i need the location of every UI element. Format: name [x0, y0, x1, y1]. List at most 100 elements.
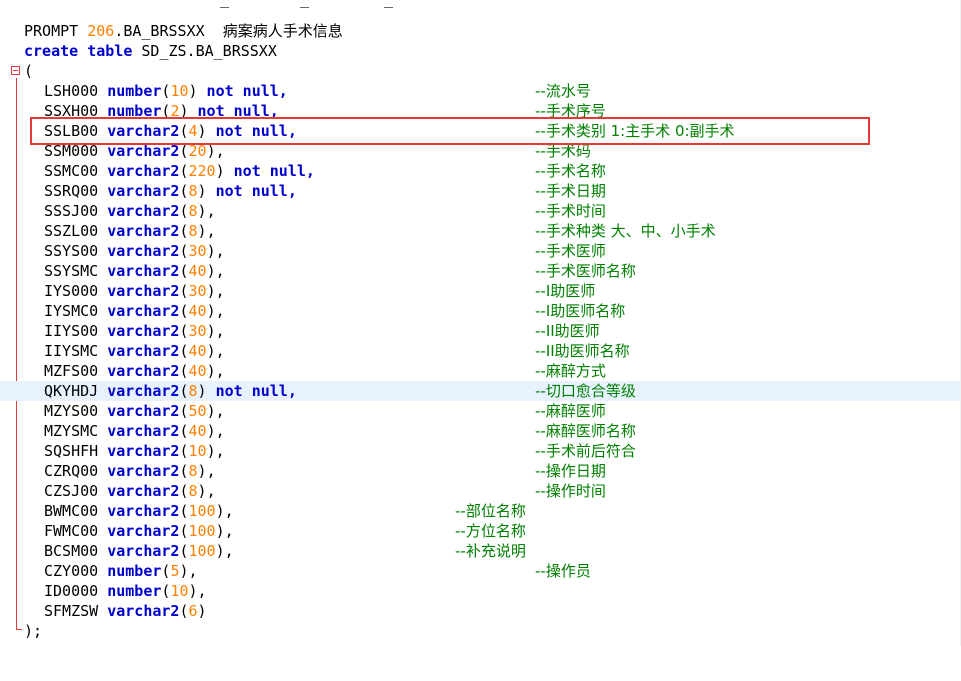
paren: (	[179, 162, 189, 180]
table-name: SD_ZS.BA_BRSSXX	[132, 42, 277, 60]
paren: )	[206, 322, 216, 340]
code-line-column[interactable]: SQSHFH varchar2(10), --手术前后符合	[0, 441, 961, 461]
code-line-column[interactable]: BCSM00 varchar2(100), --补充说明	[0, 541, 961, 561]
code-line-column[interactable]: SFMZSW varchar2(6)	[0, 601, 961, 621]
code-line-column[interactable]: IYS000 varchar2(30), --I助医师	[0, 281, 961, 301]
code-line-column[interactable]: MZYS00 varchar2(50), --麻醉医师	[0, 401, 961, 421]
column-comment: --切口愈合等级	[535, 382, 636, 400]
column-constraint: ,	[215, 342, 225, 360]
column-name: IYS000	[44, 282, 99, 300]
column-constraint: not null,	[197, 82, 288, 100]
column-constraint: ,	[206, 222, 216, 240]
column-comment: --I助医师名称	[535, 302, 626, 320]
paren: (	[179, 242, 189, 260]
paren: (	[179, 482, 189, 500]
paren: (	[179, 302, 189, 320]
column-type: varchar2	[107, 282, 180, 300]
code-line-column[interactable]: FWMC00 varchar2(100), --方位名称	[0, 521, 961, 541]
paren: )	[197, 462, 207, 480]
paren: (	[179, 342, 189, 360]
code-line-column[interactable]: SSMC00 varchar2(220) not null, --手术名称	[0, 161, 961, 181]
code-line-open-paren[interactable]: (	[0, 61, 961, 81]
column-comment: --操作日期	[535, 462, 606, 480]
code-line-column[interactable]: QKYHDJ varchar2(8) not null, --切口愈合等级	[0, 381, 961, 401]
paren: )	[197, 602, 207, 620]
column-type: varchar2	[107, 402, 180, 420]
column-size: 100	[188, 502, 216, 520]
column-name: QKYHDJ	[44, 382, 99, 400]
column-type: varchar2	[107, 242, 180, 260]
paren: (	[179, 202, 189, 220]
paren: )	[215, 502, 225, 520]
column-size: 8	[188, 462, 198, 480]
paren: )	[206, 442, 216, 460]
column-type: varchar2	[107, 362, 180, 380]
code-line-column[interactable]: SSYSMC varchar2(40), --手术医师名称	[0, 261, 961, 281]
column-comment: --方位名称	[455, 522, 526, 540]
code-line-column[interactable]: SSSJ00 varchar2(8), --手术时间	[0, 201, 961, 221]
code-line-column[interactable]: ID0000 number(10),	[0, 581, 961, 601]
code-line-column[interactable]: IYSMC0 varchar2(40), --I助医师名称	[0, 301, 961, 321]
column-size: 8	[188, 482, 198, 500]
code-line-column[interactable]: CZSJ00 varchar2(8), --操作时间	[0, 481, 961, 501]
column-type: varchar2	[107, 322, 180, 340]
column-type: varchar2	[107, 482, 180, 500]
column-comment: --麻醉医师	[535, 402, 606, 420]
code-line-prompt[interactable]: PROMPT 206.BA_BRSSXX 病案病人手术信息	[0, 21, 961, 41]
paren: )	[206, 302, 216, 320]
column-constraint: ,	[224, 502, 234, 520]
paren: )	[215, 162, 225, 180]
column-constraint: ,	[215, 402, 225, 420]
column-comment: --II助医师	[535, 322, 600, 340]
prompt-text: 病案病人手术信息	[222, 22, 343, 40]
column-size: 6	[188, 602, 198, 620]
code-line-column[interactable]: MZYSMC varchar2(40), --麻醉医师名称	[0, 421, 961, 441]
column-name: SSYS00	[44, 242, 99, 260]
paren: (	[179, 502, 189, 520]
code-line-column[interactable]: BWMC00 varchar2(100), --部位名称	[0, 501, 961, 521]
column-size: 40	[188, 262, 207, 280]
paren: (	[179, 542, 189, 560]
column-constraint: ,	[215, 422, 225, 440]
column-type: varchar2	[107, 262, 180, 280]
code-line-column[interactable]: SSYS00 varchar2(30), --手术医师	[0, 241, 961, 261]
code-line-close-paren[interactable]: );	[0, 621, 961, 641]
column-comment: --麻醉医师名称	[535, 422, 636, 440]
code-line-column[interactable]: SSZL00 varchar2(8), --手术种类 大、中、小手术	[0, 221, 961, 241]
column-comment: --操作员	[535, 562, 591, 580]
paren: )	[215, 542, 225, 560]
column-constraint: ,	[206, 482, 216, 500]
code-line-column[interactable]: LSH000 number(10) not null, --流水号	[0, 81, 961, 101]
column-type: varchar2	[107, 222, 180, 240]
column-size: 40	[188, 302, 207, 320]
column-name: BWMC00	[44, 502, 99, 520]
code-line-column[interactable]: IIYSMC varchar2(40), --II助医师名称	[0, 341, 961, 361]
column-type: varchar2	[107, 182, 180, 200]
column-constraint: ,	[215, 362, 225, 380]
paren: (	[179, 442, 189, 460]
code-line-column[interactable]: MZFS00 varchar2(40), --麻醉方式	[0, 361, 961, 381]
close-paren: );	[24, 622, 43, 640]
paren: (	[179, 262, 189, 280]
column-comment: --手术医师	[535, 242, 606, 260]
code-line-column[interactable]: SSRQ00 varchar2(8) not null, --手术日期	[0, 181, 961, 201]
code-line-create[interactable]: create table SD_ZS.BA_BRSSXX	[0, 41, 961, 61]
code-line-column[interactable]: CZRQ00 varchar2(8), --操作日期	[0, 461, 961, 481]
code-editor[interactable]: _ _ _ PROMPT 206.BA_BRSSXX 病案病人手术信息 crea…	[0, 0, 961, 646]
column-constraint: ,	[215, 442, 225, 460]
column-comment: --部位名称	[455, 502, 526, 520]
column-comment: --手术日期	[535, 182, 606, 200]
column-size: 10	[170, 82, 189, 100]
column-comment: --流水号	[535, 82, 591, 100]
column-type: varchar2	[107, 302, 180, 320]
paren: (	[179, 322, 189, 340]
column-constraint: ,	[224, 542, 234, 560]
paren: )	[206, 282, 216, 300]
column-name: SQSHFH	[44, 442, 99, 460]
column-name: IIYS00	[44, 322, 99, 340]
column-comment: --麻醉方式	[535, 362, 606, 380]
column-constraint: ,	[224, 522, 234, 540]
code-line-column[interactable]: CZY000 number(5), --操作员	[0, 561, 961, 581]
column-size: 40	[188, 422, 207, 440]
code-line-column[interactable]: IIYS00 varchar2(30), --II助医师	[0, 321, 961, 341]
